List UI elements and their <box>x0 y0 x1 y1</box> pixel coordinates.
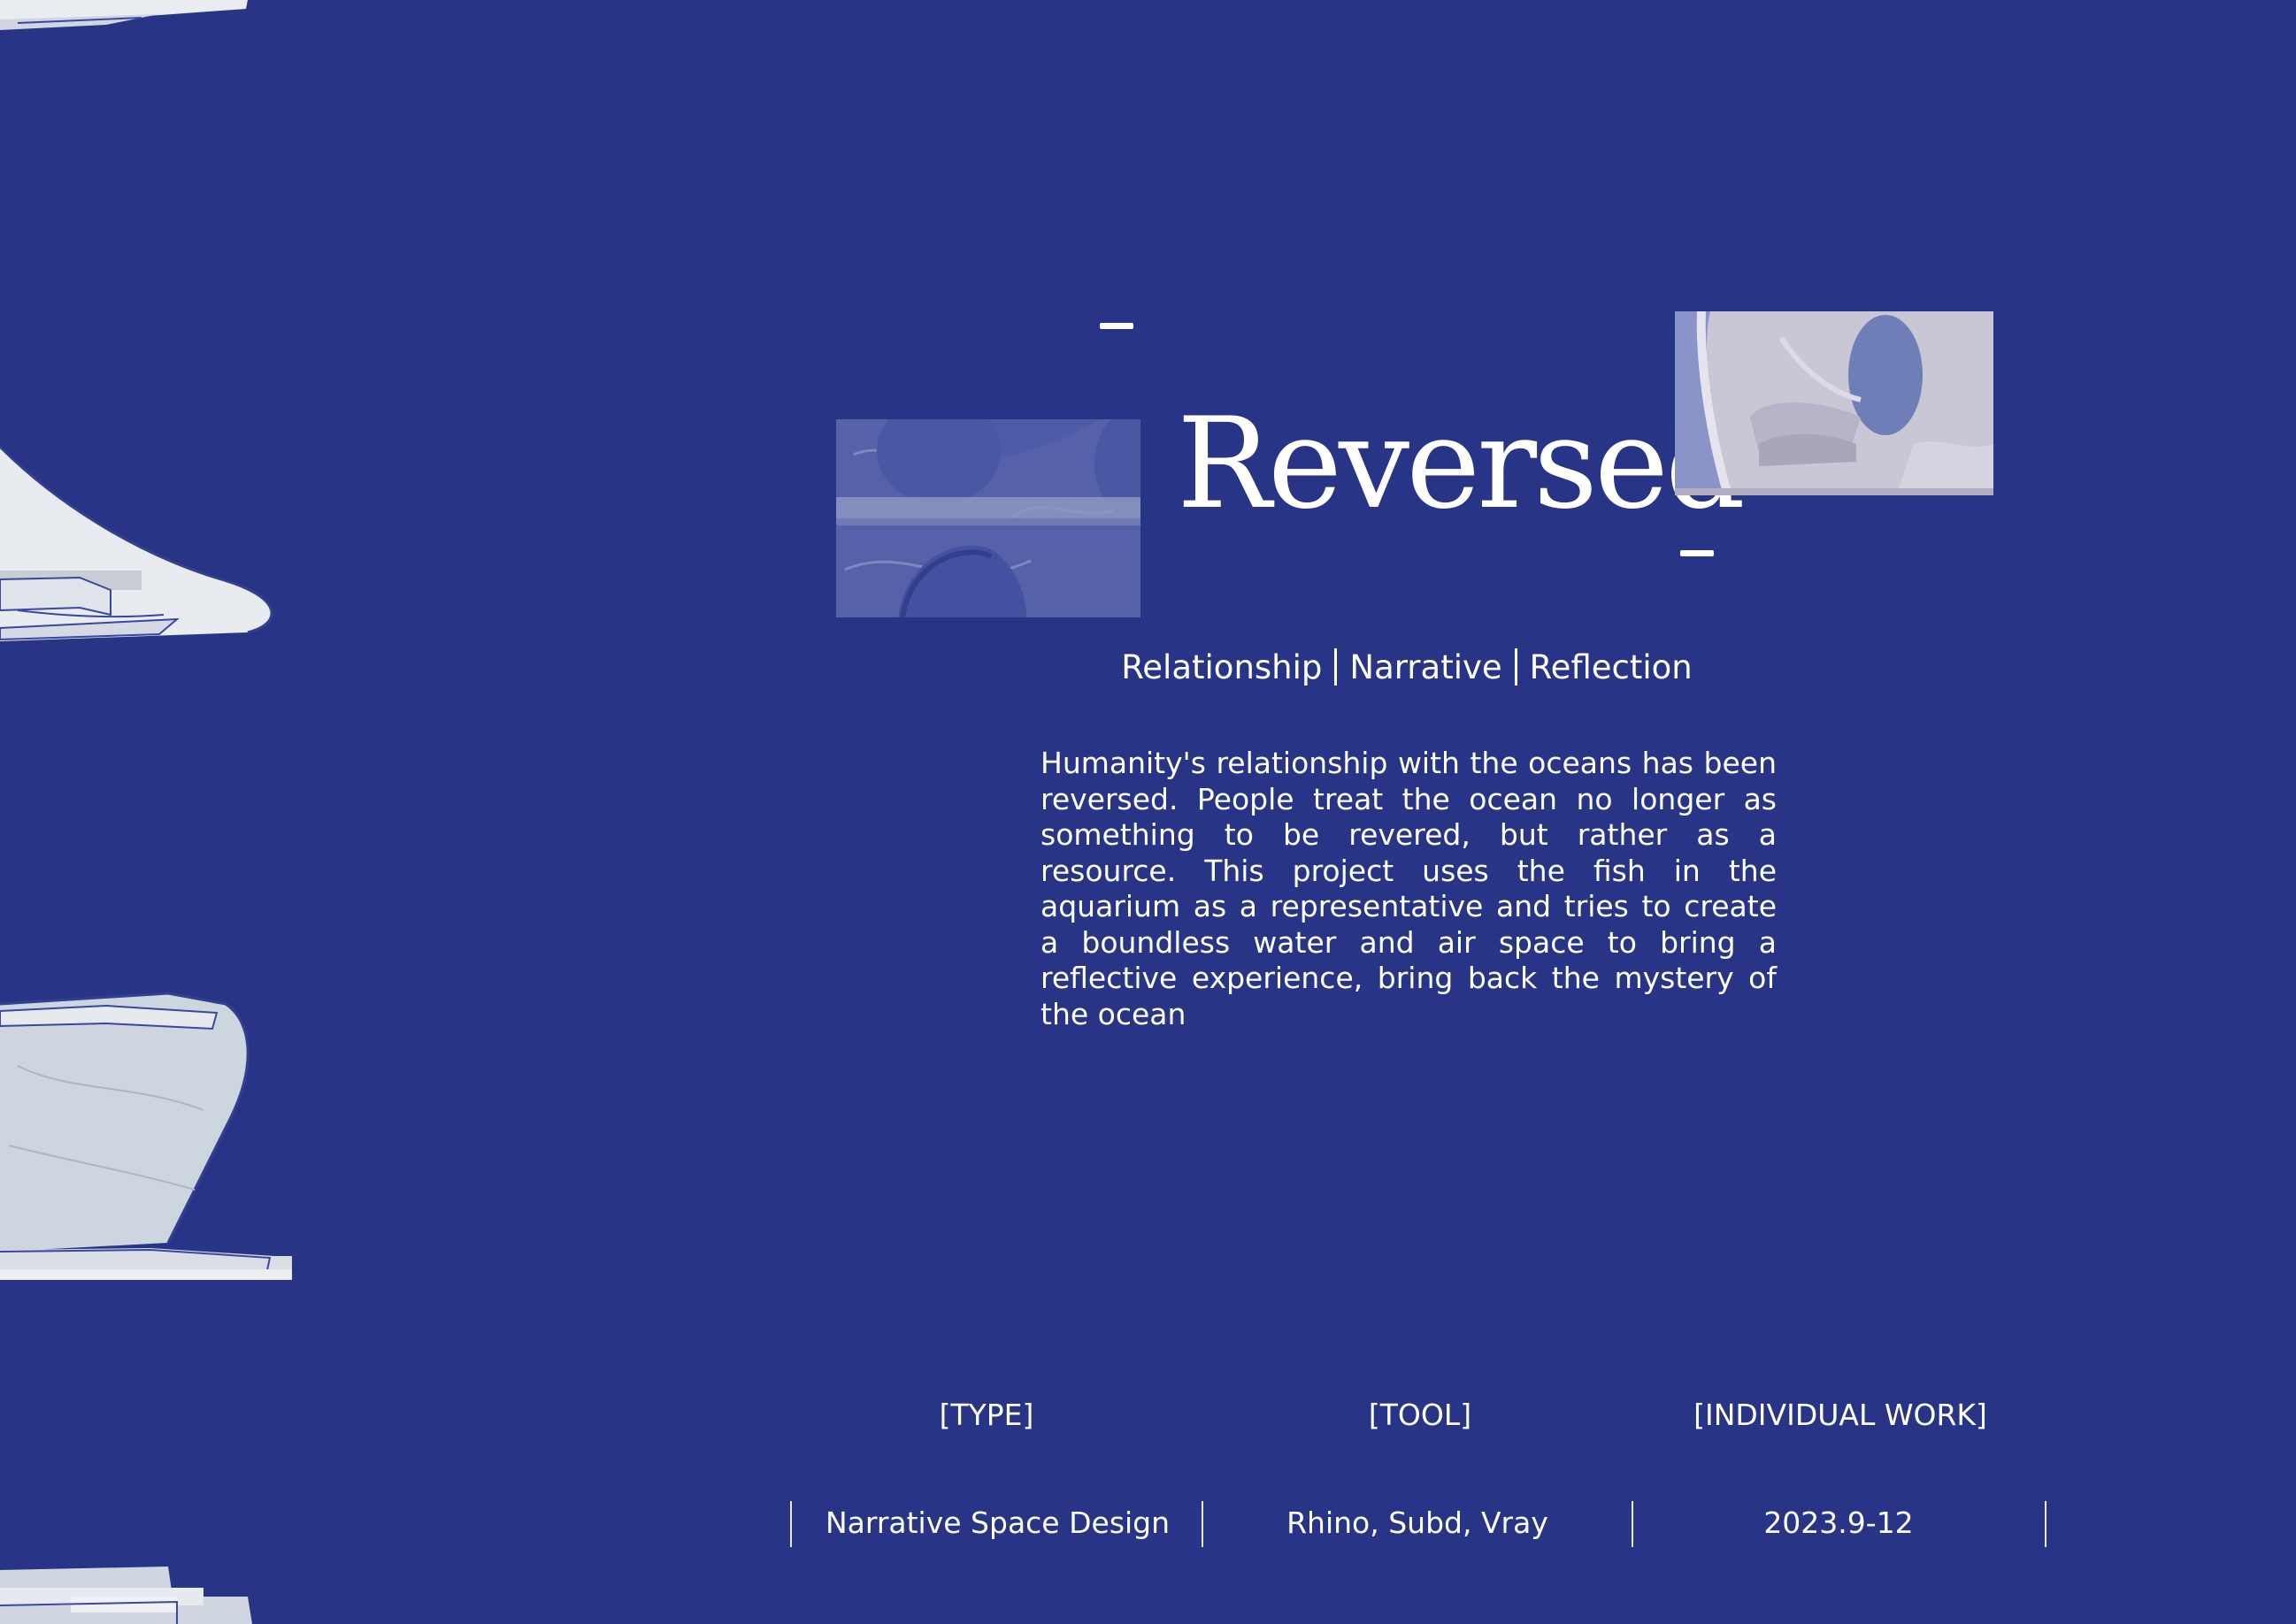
title-dash-bottom <box>1680 550 1714 556</box>
water-arch-thumbnail <box>836 419 1140 617</box>
tool-label: [TOOL] <box>1368 1398 1472 1432</box>
project-description: Humanity's relationship with the oceans … <box>1040 746 1777 1031</box>
model-render-thumbnail <box>1675 311 1993 495</box>
model-render-fragment-top <box>0 0 248 30</box>
project-title: Reversed <box>1177 391 1746 537</box>
tag-separator <box>1334 648 1338 686</box>
page: { "colors": { "background": "#283586", "… <box>0 0 2296 1624</box>
tag-narrative: Narrative <box>1349 647 1502 686</box>
title-dash-top <box>1100 323 1133 329</box>
model-render-fragment-bottom <box>0 1567 252 1624</box>
tool-value: Rhino, Subd, Vray <box>1286 1505 1548 1540</box>
info-divider <box>2045 1501 2046 1547</box>
date-value: 2023.9-12 <box>1763 1505 1914 1540</box>
tag-reflection: Reflection <box>1529 647 1693 686</box>
keywords-tagline: Relationship Narrative Reflection <box>1035 642 1778 692</box>
model-render-fragment-upper <box>0 445 273 641</box>
type-label: [TYPE] <box>939 1398 1034 1432</box>
tag-relationship: Relationship <box>1121 647 1323 686</box>
tag-separator <box>1514 648 1517 686</box>
individual-work-label: [INDIVIDUAL WORK] <box>1693 1398 1987 1432</box>
type-value: Narrative Space Design <box>825 1505 1171 1540</box>
model-render-fragment-middle <box>0 992 292 1280</box>
